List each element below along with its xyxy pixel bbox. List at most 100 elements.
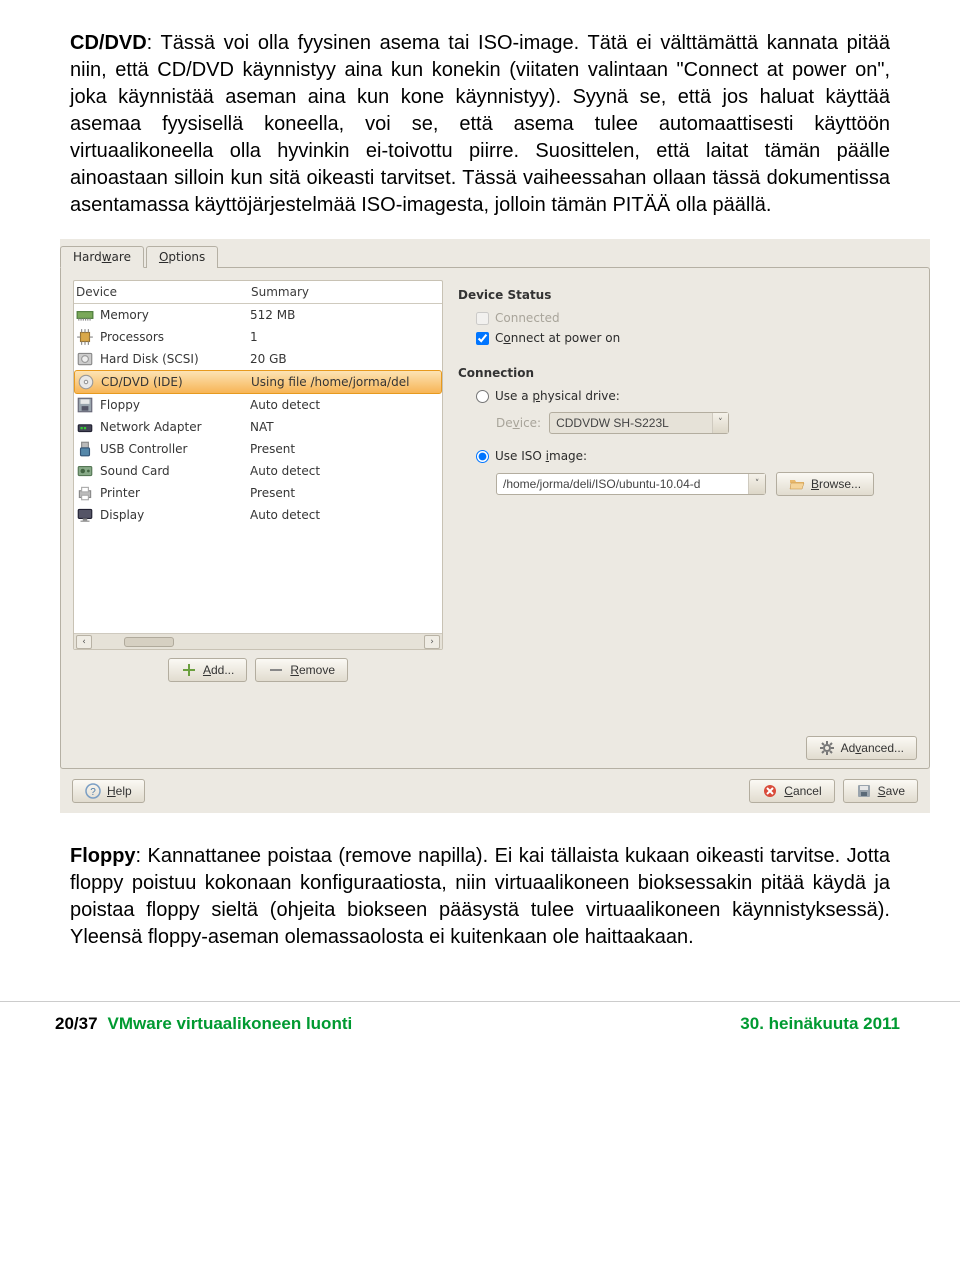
paragraph-floppy: Floppy: Kannattanee poistaa (remove napi… — [70, 843, 890, 951]
device-summary: 20 GB — [250, 352, 440, 366]
tab-options[interactable]: Options — [146, 246, 218, 268]
cancel-button[interactable]: Cancel — [749, 779, 834, 803]
connect-at-poweron-checkbox[interactable] — [476, 332, 489, 345]
device-row-usb[interactable]: USB ControllerPresent — [74, 438, 442, 460]
page-number: 20/37 — [55, 1014, 98, 1034]
device-row-cpu[interactable]: Processors1 — [74, 326, 442, 348]
device-summary: Present — [250, 442, 440, 456]
printer-icon — [76, 485, 94, 501]
tab-panel-hardware: Device Summary Memory512 MBProcessors1Ha… — [60, 267, 930, 769]
cd-icon — [77, 374, 95, 390]
device-row-display[interactable]: DisplayAuto detect — [74, 504, 442, 526]
use-iso-label: Use ISO image: — [495, 449, 587, 463]
folder-open-icon — [789, 476, 805, 492]
cpu-icon — [76, 329, 94, 345]
use-physical-radio[interactable] — [476, 390, 489, 403]
para-body: : Kannattanee poistaa (remove napilla). … — [70, 845, 890, 948]
device-summary: 512 MB — [250, 308, 440, 322]
floppy-icon — [76, 397, 94, 413]
display-icon — [76, 507, 94, 523]
col-summary[interactable]: Summary — [251, 285, 440, 299]
device-name: Sound Card — [100, 464, 250, 478]
browse-button[interactable]: Browse... — [776, 472, 874, 496]
physical-device-label: Device: — [496, 416, 541, 430]
para-body: : Tässä voi olla fyysinen asema tai ISO-… — [70, 32, 890, 216]
device-name: Floppy — [100, 398, 250, 412]
para-lead: CD/DVD — [70, 32, 147, 54]
tabs: Hardware Options — [60, 239, 930, 267]
device-name: Display — [100, 508, 250, 522]
connected-checkbox-row: Connected — [458, 308, 917, 328]
scroll-thumb[interactable] — [124, 637, 174, 647]
memory-icon — [76, 307, 94, 323]
device-row-printer[interactable]: PrinterPresent — [74, 482, 442, 504]
connected-label: Connected — [495, 311, 560, 325]
save-icon — [856, 783, 872, 799]
device-scroll: Device Summary Memory512 MBProcessors1Ha… — [73, 280, 443, 650]
use-iso-radio-row[interactable]: Use ISO image: — [458, 446, 917, 466]
device-summary: NAT — [250, 420, 440, 434]
device-name: Printer — [100, 486, 250, 500]
device-name: Memory — [100, 308, 250, 322]
device-summary: 1 — [250, 330, 440, 344]
cancel-icon — [762, 783, 778, 799]
device-row-memory[interactable]: Memory512 MB — [74, 304, 442, 326]
device-row-cd[interactable]: CD/DVD (IDE)Using file /home/jorma/del — [74, 370, 442, 394]
sound-icon — [76, 463, 94, 479]
device-summary: Using file /home/jorma/del — [251, 375, 439, 389]
help-button[interactable]: ? Help — [72, 779, 145, 803]
use-iso-radio[interactable] — [476, 450, 489, 463]
net-icon — [76, 419, 94, 435]
dialog-footer: ? Help Cancel Save — [60, 769, 930, 813]
device-row-floppy[interactable]: FloppyAuto detect — [74, 394, 442, 416]
connected-checkbox — [476, 312, 489, 325]
help-icon: ? — [85, 783, 101, 799]
iso-path-combo[interactable]: ˅ — [496, 473, 766, 495]
device-name: Processors — [100, 330, 250, 344]
paragraph-cddvd: CD/DVD: Tässä voi olla fyysinen asema ta… — [70, 30, 890, 219]
device-detail-pane: Device Status Connected Connect at power… — [458, 280, 917, 760]
use-physical-radio-row[interactable]: Use a physical drive: — [458, 386, 917, 406]
device-row-hdd[interactable]: Hard Disk (SCSI)20 GB — [74, 348, 442, 370]
device-name: USB Controller — [100, 442, 250, 456]
scroll-left-button[interactable]: ‹ — [76, 635, 92, 649]
save-button[interactable]: Save — [843, 779, 918, 803]
device-summary: Auto detect — [250, 398, 440, 412]
physical-device-row: Device: ˅ — [458, 410, 917, 436]
gear-icon — [819, 740, 835, 756]
chevron-down-icon: ˅ — [712, 413, 728, 433]
connection-title: Connection — [458, 366, 917, 380]
add-device-button[interactable]: Add... — [168, 658, 247, 682]
remove-device-button[interactable]: Remove — [255, 658, 348, 682]
device-row-sound[interactable]: Sound CardAuto detect — [74, 460, 442, 482]
device-status-title: Device Status — [458, 288, 917, 302]
scroll-right-button[interactable]: › — [424, 635, 440, 649]
tab-hardware[interactable]: Hardware — [60, 246, 144, 268]
para-lead: Floppy — [70, 845, 136, 867]
device-summary: Auto detect — [250, 464, 440, 478]
hdd-icon — [76, 351, 94, 367]
page-date: 30. heinäkuuta 2011 — [740, 1014, 960, 1034]
physical-device-input — [550, 413, 712, 433]
device-name: Hard Disk (SCSI) — [100, 352, 250, 366]
device-row-net[interactable]: Network AdapterNAT — [74, 416, 442, 438]
vm-settings-dialog: Hardware Options Device Summary Memory51… — [60, 239, 930, 813]
iso-path-input[interactable] — [497, 474, 748, 494]
device-name: Network Adapter — [100, 420, 250, 434]
minus-icon — [268, 662, 284, 678]
device-summary: Present — [250, 486, 440, 500]
device-list-header: Device Summary — [74, 281, 442, 304]
device-name: CD/DVD (IDE) — [101, 375, 251, 389]
col-device[interactable]: Device — [76, 285, 251, 299]
advanced-button[interactable]: Advanced... — [806, 736, 917, 760]
horizontal-scrollbar[interactable]: ‹ › — [74, 633, 442, 649]
use-physical-label: Use a physical drive: — [495, 389, 620, 403]
page-title: VMware virtuaalikoneen luonti — [108, 1014, 353, 1034]
usb-icon — [76, 441, 94, 457]
chevron-down-icon[interactable]: ˅ — [748, 474, 765, 494]
device-list-pane: Device Summary Memory512 MBProcessors1Ha… — [73, 280, 443, 760]
connect-at-poweron-row[interactable]: Connect at power on — [458, 328, 917, 348]
physical-device-combo: ˅ — [549, 412, 729, 434]
svg-text:?: ? — [90, 787, 96, 798]
page-footer: 20/37 VMware virtuaalikoneen luonti 30. … — [0, 1001, 960, 1052]
